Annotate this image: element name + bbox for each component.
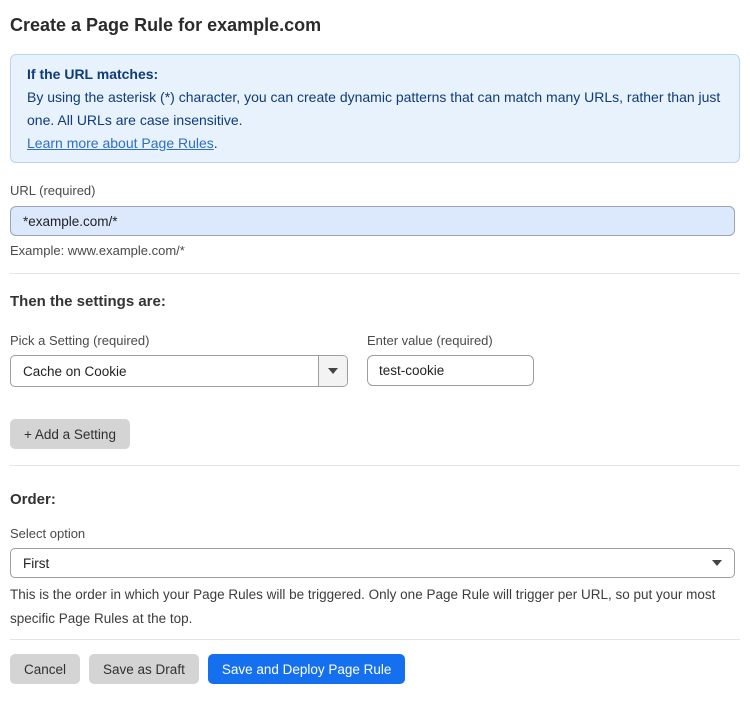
setting-value-input[interactable] (367, 355, 534, 386)
order-help-text: This is the order in which your Page Rul… (10, 587, 716, 626)
divider (10, 465, 740, 466)
link-suffix: . (213, 135, 218, 151)
learn-more-link[interactable]: Learn more about Page Rules (27, 135, 214, 151)
url-example-text: Example: www.example.com/* (10, 243, 185, 258)
chevron-down-icon (712, 560, 722, 566)
setting-select[interactable]: Cache on Cookie (10, 355, 348, 387)
page-title: Create a Page Rule for example.com (10, 15, 322, 35)
order-select-value: First (23, 555, 50, 571)
info-box-body: By using the asterisk (*) character, you… (27, 89, 721, 128)
divider (10, 639, 740, 640)
setting-value-label: Enter value (required) (367, 333, 493, 348)
divider (10, 273, 740, 274)
form-actions: Cancel Save as Draft Save and Deploy Pag… (10, 654, 740, 684)
order-heading: Order: (10, 491, 56, 508)
setting-select-label: Pick a Setting (required) (10, 333, 150, 348)
url-match-info-box: If the URL matches: By using the asteris… (10, 54, 740, 163)
setting-select-value: Cache on Cookie (23, 363, 127, 379)
info-box-link-line: Learn more about Page Rules. (27, 132, 723, 155)
setting-value-column: Enter value (required) (367, 318, 534, 386)
url-input[interactable] (10, 206, 735, 236)
url-label: URL (required) (10, 183, 96, 198)
order-select-label: Select option (10, 526, 86, 541)
info-box-heading: If the URL matches: (27, 66, 159, 82)
chevron-down-icon (328, 368, 338, 374)
settings-heading: Then the settings are: (10, 293, 166, 310)
setting-picker-column: Pick a Setting (required) Cache on Cooki… (10, 311, 348, 387)
save-and-deploy-button[interactable]: Save and Deploy Page Rule (207, 654, 406, 684)
settings-row: Pick a Setting (required) Cache on Cooki… (10, 311, 740, 387)
cancel-button[interactable]: Cancel (10, 654, 81, 684)
setting-select-arrow-button[interactable] (318, 356, 347, 386)
save-as-draft-button[interactable]: Save as Draft (89, 654, 199, 684)
add-setting-button[interactable]: + Add a Setting (10, 419, 130, 449)
create-page-rule-form: Create a Page Rule for example.com If th… (0, 0, 750, 704)
order-select[interactable]: First (10, 548, 735, 578)
